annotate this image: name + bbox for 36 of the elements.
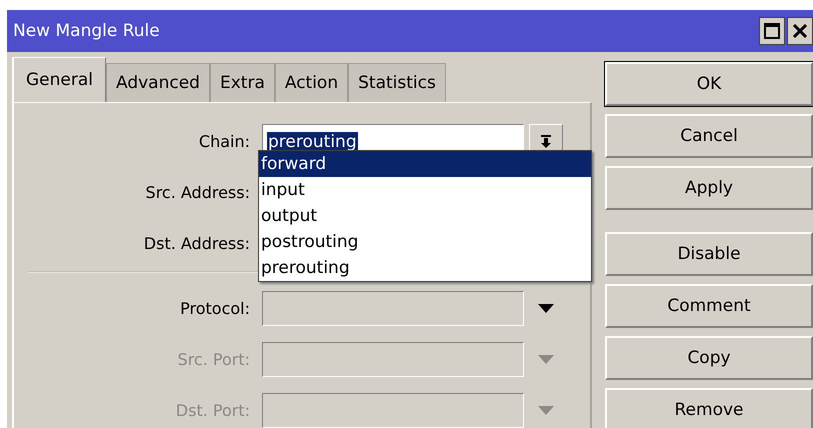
dropdown-option[interactable]: prerouting [259, 255, 591, 281]
combo-field[interactable] [262, 342, 524, 377]
window-title: New Mangle Rule [13, 21, 160, 41]
dropdown-arrow-icon [538, 355, 554, 364]
dialog-button[interactable]: Apply [605, 166, 813, 210]
field-value: prerouting [267, 132, 358, 152]
dropdown-option[interactable]: postrouting [259, 229, 591, 255]
field-label: Chain: [198, 132, 251, 151]
maximize-icon [764, 23, 780, 39]
tab[interactable]: Advanced [106, 63, 210, 102]
field-label: Src. Address: [144, 183, 251, 202]
dialog-button[interactable]: Remove [605, 388, 813, 428]
tab[interactable]: Action [274, 63, 348, 102]
tab[interactable]: Extra [210, 63, 275, 102]
field-label: Protocol: [179, 299, 251, 318]
dropdown-arrow-icon [538, 406, 554, 415]
field-label: Src. Port: [176, 350, 251, 369]
field-label: Dst. Address: [142, 234, 251, 253]
tab[interactable]: Statistics [348, 63, 446, 102]
dropdown-arrow-icon [538, 304, 554, 313]
dropdown-option[interactable]: forward [259, 151, 591, 177]
dialog-button[interactable]: Cancel [605, 114, 813, 158]
field-label: Dst. Port: [174, 401, 251, 420]
maximize-button[interactable] [759, 17, 785, 45]
close-icon [793, 24, 807, 38]
close-button[interactable] [787, 17, 813, 45]
combo-field[interactable] [262, 393, 524, 428]
dropdown-option[interactable]: input [259, 177, 591, 203]
dropdown-option[interactable]: output [259, 203, 591, 229]
dialog-button[interactable]: OK [605, 62, 813, 106]
tab[interactable]: General [12, 57, 106, 102]
dialog-button[interactable]: Copy [605, 336, 813, 380]
combo-field[interactable] [262, 291, 524, 326]
dialog-button[interactable]: Disable [605, 232, 813, 276]
dialog-button[interactable]: Comment [605, 284, 813, 328]
dropdown-arrow-icon [540, 134, 552, 148]
